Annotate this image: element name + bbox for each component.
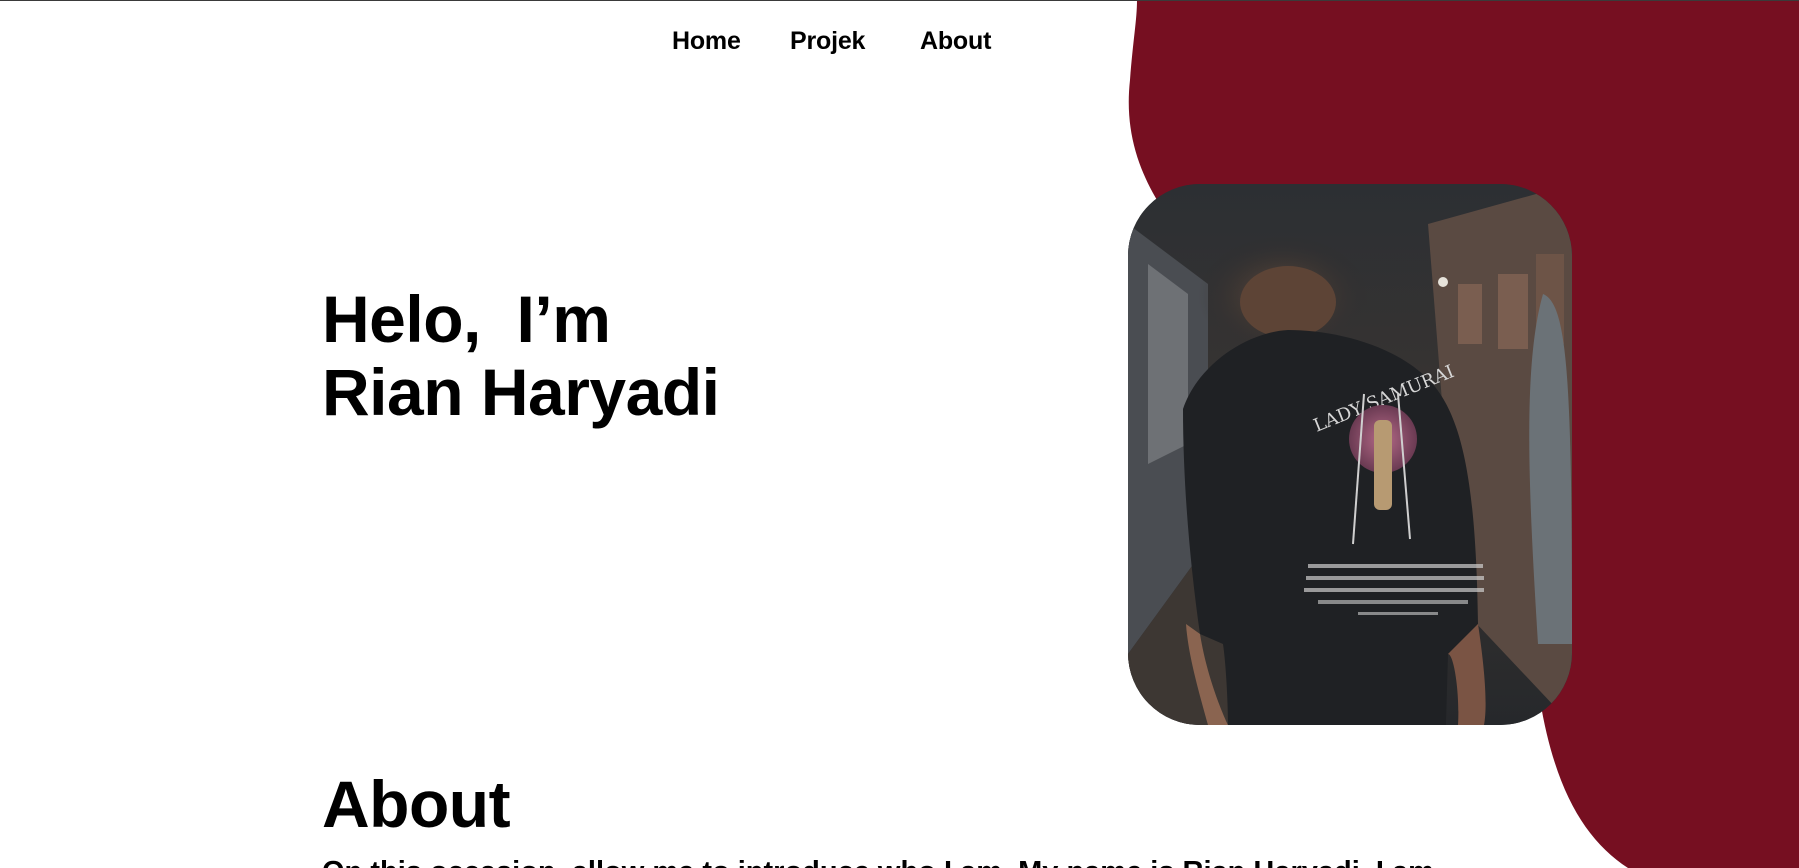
top-border-line [0, 0, 1799, 1]
nav-link-projek[interactable]: Projek [790, 22, 865, 60]
hero-name: Rian Haryadi [322, 355, 720, 429]
portfolio-page: Home Projek About Helo, I’m Rian Haryadi [0, 0, 1799, 868]
hero-heading: Helo, I’m Rian Haryadi [322, 282, 720, 429]
profile-photo-illustration: LADY SAMURAI [1128, 184, 1572, 725]
about-section-text: On this occasion, allow me to introduce … [322, 852, 1434, 868]
nav-link-about[interactable]: About [920, 22, 991, 60]
main-navigation: Home Projek About [0, 22, 1799, 62]
nav-link-home[interactable]: Home [672, 22, 741, 60]
profile-photo: LADY SAMURAI [1128, 184, 1572, 725]
hero-greeting: Helo, I’m [322, 282, 611, 356]
about-section-heading: About [322, 767, 511, 841]
